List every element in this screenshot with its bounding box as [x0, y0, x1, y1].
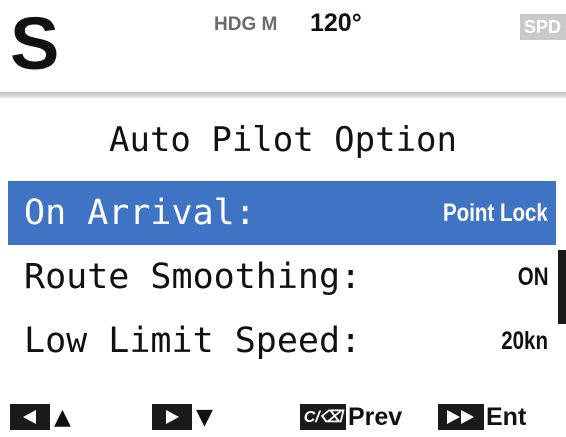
cancel-key-icon: C/⌫ — [300, 404, 346, 430]
up-triangle-icon: ▲ — [54, 404, 71, 430]
menu-item-value: ON — [517, 262, 548, 291]
menu-item-label: Low Limit Speed: — [24, 321, 362, 361]
heading-label: HDG M — [214, 14, 278, 35]
fast-forward-key-icon — [438, 404, 484, 430]
menu-item-on-arrival[interactable]: On Arrival: Point Lock — [8, 181, 556, 245]
menu-item-value: 20kn — [501, 326, 548, 355]
heading-value: 120° — [310, 9, 362, 37]
right-arrow-key-icon — [152, 404, 192, 430]
menu-item-value: Point Lock — [443, 198, 548, 227]
page-title: Auto Pilot Option — [109, 120, 457, 160]
menu-item-label: On Arrival: — [24, 193, 256, 233]
menu-item-label: Route Smoothing: — [24, 257, 362, 297]
steering-mode-indicator: S — [10, 2, 60, 85]
status-header: S HDG M 120° SPD — [0, 0, 566, 90]
option-menu: On Arrival: Point Lock Route Smoothing: … — [8, 181, 556, 373]
softkey-up[interactable]: ▲ — [10, 402, 71, 432]
softkey-prev[interactable]: C/⌫ Prev — [300, 402, 402, 432]
softkey-bar: ▲ ▼ C/⌫ Prev Ent — [0, 396, 566, 437]
left-arrow-key-icon — [10, 404, 50, 430]
menu-item-low-limit-speed[interactable]: Low Limit Speed: 20kn — [8, 309, 556, 373]
autopilot-screen: S HDG M 120° SPD Auto Pilot Option On Ar… — [0, 0, 566, 437]
down-triangle-icon: ▼ — [196, 404, 213, 430]
speed-tag: SPD — [520, 14, 566, 40]
menu-item-route-smoothing[interactable]: Route Smoothing: ON — [8, 245, 556, 309]
softkey-down[interactable]: ▼ — [152, 402, 213, 432]
scrollbar[interactable] — [558, 250, 566, 324]
header-divider — [0, 92, 566, 98]
softkey-enter[interactable]: Ent — [438, 402, 526, 432]
softkey-enter-label: Ent — [486, 402, 527, 431]
softkey-prev-label: Prev — [348, 402, 403, 431]
